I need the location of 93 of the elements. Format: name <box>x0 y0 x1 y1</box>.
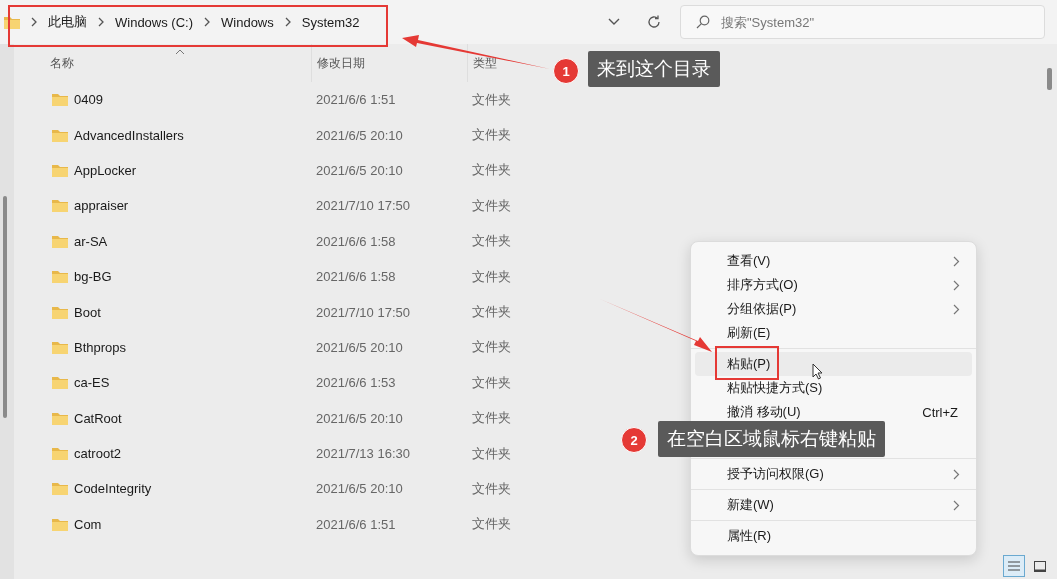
type-cell-text: 文件夹 <box>471 515 512 534</box>
folder-icon <box>52 482 68 496</box>
folder-icon <box>52 517 68 531</box>
file-name[interactable]: appraiser <box>38 198 311 214</box>
folder-icon <box>52 376 68 390</box>
file-name[interactable]: Boot <box>38 304 311 320</box>
chevron-icon <box>203 17 211 27</box>
folder-icon <box>52 340 68 354</box>
type-cell-text: 文件夹 <box>471 444 512 463</box>
menu-item[interactable]: 查看(V) <box>695 249 972 273</box>
chevron-icon <box>953 468 960 480</box>
breadcrumb-item[interactable]: Windows (C:) <box>115 14 193 30</box>
callout-label: 在空白区域鼠标右键粘贴 <box>658 421 885 457</box>
file-name[interactable]: AdvancedInstallers <box>38 127 311 143</box>
folder-icon <box>52 234 68 248</box>
file-name[interactable]: Bthprops <box>38 339 311 355</box>
scrollbar-thumb[interactable] <box>3 196 7 418</box>
type-cell-text: 文件夹 <box>471 303 512 322</box>
menu-item[interactable]: 新建(W) <box>695 493 972 517</box>
type-cell-text: 文件夹 <box>471 90 512 109</box>
type-cell-text: 文件夹 <box>471 232 512 251</box>
folder-icon <box>52 411 68 425</box>
date-cell-text: 2021/6/6 1:51 <box>315 92 397 108</box>
date-cell-text: 2021/6/6 1:58 <box>315 233 397 249</box>
menu-item[interactable]: 粘贴快捷方式(S) <box>695 376 972 400</box>
file-name[interactable]: Com <box>38 516 311 532</box>
date-cell-text: 2021/6/6 1:58 <box>315 269 397 285</box>
search-icon <box>696 15 710 29</box>
highlight-frame <box>715 346 779 380</box>
date-cell-text: 2021/6/5 20:10 <box>315 410 404 426</box>
refresh-icon[interactable] <box>646 14 662 30</box>
type-cell-text: 文件夹 <box>471 480 512 498</box>
menu-item[interactable]: 分组依据(P) <box>695 297 972 321</box>
file-name[interactable]: bg-BG <box>38 269 311 285</box>
chevron-icon <box>953 279 960 291</box>
date-cell-text: 2021/6/6 1:51 <box>315 516 397 532</box>
type-cell-text: 文件夹 <box>471 161 512 180</box>
breadcrumb-item[interactable]: Windows <box>221 14 274 30</box>
sort-up-icon <box>174 49 185 55</box>
folder-icon <box>52 270 68 284</box>
chevron-icon <box>283 17 292 27</box>
step-badge: 2 <box>621 427 647 453</box>
date-cell-text: 2021/7/13 16:30 <box>315 446 411 462</box>
callout-label: 来到这个目录 <box>588 51 720 87</box>
file-name[interactable]: catroot2 <box>38 446 311 462</box>
type-cell-text: 文件夹 <box>471 267 512 286</box>
file-name[interactable]: ar-SA <box>38 233 311 249</box>
chevron-icon <box>953 303 960 315</box>
date-cell-text: 2021/6/5 20:10 <box>315 339 404 355</box>
date-cell-text: 2021/6/5 20:10 <box>315 127 404 143</box>
search-field[interactable]: 搜索"System32" <box>680 5 1045 39</box>
chevron-icon <box>953 255 960 267</box>
date-cell-text: 2021/6/5 20:10 <box>315 162 404 178</box>
date-cell-text: 2021/6/6 1:53 <box>315 375 397 391</box>
menu-item[interactable]: 授予访问权限(G) <box>695 462 972 486</box>
folder-icon <box>52 447 68 461</box>
chevron-icon <box>30 17 38 27</box>
file-name[interactable]: AppLocker <box>38 162 311 178</box>
date-cell-text: 2021/7/10 17:50 <box>315 304 411 320</box>
list-icon <box>1008 561 1020 571</box>
folder-icon <box>52 128 68 142</box>
folder-icon <box>52 163 68 177</box>
breadcrumb-item[interactable]: System32 <box>301 14 360 30</box>
file-name[interactable]: 0409 <box>38 92 311 108</box>
window-icon <box>1034 560 1046 572</box>
menu-item[interactable]: 粘贴(P) <box>695 352 972 376</box>
date-cell-text: 2021/6/5 20:10 <box>315 481 404 497</box>
folder-icon <box>52 305 68 319</box>
file-name[interactable]: CatRoot <box>38 410 311 426</box>
breadcrumb-item[interactable]: 此电脑 <box>48 13 87 31</box>
menu-item[interactable]: 属性(R) <box>695 524 972 548</box>
shortcut-label: Ctrl+Z <box>922 404 958 420</box>
type-cell-text: 文件夹 <box>471 338 512 357</box>
date-cell-text: 2021/7/10 17:50 <box>315 198 411 214</box>
type-cell-text: 文件夹 <box>471 373 512 392</box>
type-cell-text: 文件夹 <box>471 126 512 145</box>
scrollbar-thumb[interactable] <box>1047 68 1052 90</box>
address-bar[interactable]: 此电脑 Windows (C:) Windows System32 <box>0 4 666 40</box>
cursor-icon <box>812 363 823 380</box>
chevron-icon <box>953 499 960 511</box>
type-cell-text: 文件夹 <box>471 409 512 428</box>
chevron-icon <box>97 17 105 27</box>
menu-item[interactable]: 撤消 移动(U) Ctrl+Z <box>695 400 972 424</box>
folder-icon <box>52 93 68 107</box>
step-badge: 1 <box>553 58 579 84</box>
menu-item[interactable]: 刷新(E) <box>695 321 972 345</box>
file-name[interactable]: CodeIntegrity <box>38 481 311 497</box>
dropdown-icon[interactable] <box>608 18 620 26</box>
folder-icon <box>52 199 68 213</box>
menu-item[interactable]: 排序方式(O) <box>695 273 972 297</box>
column-header[interactable]: 名称 <box>38 44 311 82</box>
type-cell-text: 文件夹 <box>471 196 512 215</box>
file-name[interactable]: ca-ES <box>38 375 311 391</box>
